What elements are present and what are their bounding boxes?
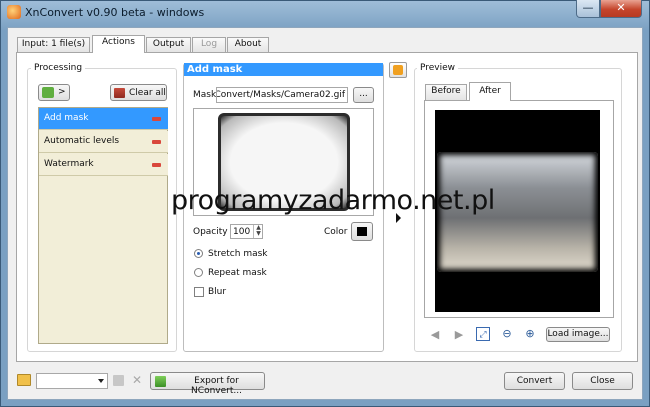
blur-checkbox[interactable]	[194, 287, 204, 297]
clear-icon	[114, 88, 125, 98]
convert-button[interactable]: Convert	[504, 372, 565, 390]
browse-button[interactable]: ...	[353, 87, 374, 103]
tab-input[interactable]: Input: 1 file(s)	[17, 37, 90, 52]
title-bar[interactable]: XnConvert v0.90 beta - windows	[0, 0, 648, 26]
tab-output[interactable]: Output	[146, 37, 191, 52]
add-action-button[interactable]: >	[38, 84, 70, 101]
stretch-mask-radio[interactable]	[194, 249, 203, 258]
action-label: Add mask	[44, 113, 89, 123]
action-item-watermark[interactable]: Watermark	[39, 154, 168, 176]
zoom-out-icon[interactable]: ⊖	[500, 327, 514, 341]
preset-button[interactable]	[389, 62, 407, 78]
action-header: Add mask	[184, 63, 383, 76]
zoom-in-icon[interactable]: ⊕	[523, 327, 537, 341]
clear-all-button[interactable]: Clear all	[110, 84, 167, 101]
tab-actions[interactable]: Actions	[92, 35, 145, 53]
add-action-label: >	[58, 87, 66, 97]
opacity-spinner[interactable]: ▲ ▼	[253, 225, 263, 238]
minimize-button[interactable]: —	[576, 0, 600, 18]
mask-path-input[interactable]: XnConvert/Masks/Camera02.gif	[216, 87, 348, 103]
action-item-automatic-levels[interactable]: Automatic levels	[39, 131, 168, 153]
watermark-text: programyzadarmo.net.pl	[171, 185, 495, 216]
previous-icon[interactable]: ◀	[428, 328, 442, 342]
close-dialog-button[interactable]: Close	[572, 372, 633, 390]
stretch-mask-label: Stretch mask	[208, 249, 268, 259]
app-icon	[7, 5, 21, 19]
action-label: Watermark	[44, 159, 94, 169]
export-icon	[155, 376, 166, 387]
next-icon[interactable]: ▶	[452, 328, 466, 342]
close-button[interactable]: ✕	[600, 0, 642, 18]
delete-icon[interactable]: ✕	[132, 373, 142, 387]
window-title: XnConvert v0.90 beta - windows	[25, 6, 205, 19]
folder-icon[interactable]	[17, 374, 31, 386]
remove-icon[interactable]	[152, 163, 161, 167]
action-item-add-mask[interactable]: Add mask	[39, 108, 168, 130]
opacity-label: Opacity	[193, 227, 228, 237]
repeat-mask-label: Repeat mask	[208, 268, 267, 278]
remove-icon[interactable]	[152, 117, 161, 121]
preset-select[interactable]	[36, 373, 108, 389]
export-label: Export for NConvert...	[191, 376, 242, 396]
blur-label: Blur	[208, 287, 227, 297]
star-icon	[393, 65, 403, 75]
fit-icon[interactable]: ⤢	[476, 327, 490, 341]
preview-title: Preview	[417, 63, 459, 73]
tab-after[interactable]: After	[469, 82, 511, 101]
tab-log[interactable]: Log	[192, 37, 226, 52]
save-icon[interactable]	[113, 375, 124, 386]
tab-about[interactable]: About	[227, 37, 269, 52]
remove-icon[interactable]	[152, 140, 161, 144]
clear-all-label: Clear all	[129, 88, 166, 98]
load-image-button[interactable]: Load image...	[546, 327, 610, 342]
tab-before[interactable]: Before	[425, 84, 467, 100]
color-swatch	[357, 227, 367, 236]
chevron-down-icon	[98, 379, 104, 383]
processing-title: Processing	[31, 63, 86, 73]
action-label: Automatic levels	[44, 136, 120, 146]
add-icon	[42, 87, 54, 98]
repeat-mask-radio[interactable]	[194, 268, 203, 277]
color-label: Color	[324, 227, 348, 237]
color-picker-button[interactable]	[351, 222, 373, 241]
export-nconvert-button[interactable]: Export for NConvert...	[150, 372, 265, 396]
mask-label: Mask	[193, 90, 217, 100]
